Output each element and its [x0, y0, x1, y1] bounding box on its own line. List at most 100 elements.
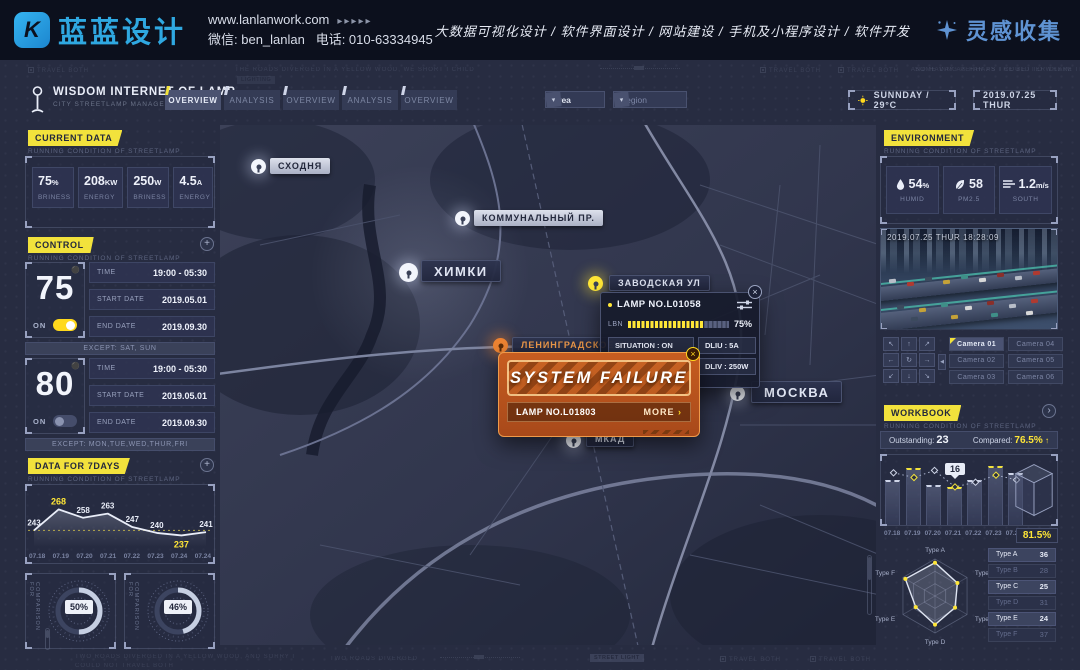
map-label-khimki[interactable]: ХИМКИ: [421, 260, 501, 282]
car-art: [1031, 299, 1038, 304]
failure-lamp-id: LAMP NO.L01803: [516, 407, 596, 417]
close-icon[interactable]: ×: [748, 285, 762, 299]
lamp-pin-moskva[interactable]: [730, 386, 745, 401]
add-control-button[interactable]: +: [200, 237, 214, 251]
map-label-skhodnya[interactable]: СХОДНЯ: [270, 158, 330, 174]
camera-list-prev-button[interactable]: ◀: [938, 354, 946, 370]
lamp-pin-khimki[interactable]: [399, 263, 418, 282]
tab-analysis-2[interactable]: ANALYSIS: [342, 90, 398, 110]
map-label-kommunalny[interactable]: КОММУНАЛЬНЫЙ ПР.: [474, 210, 603, 226]
map-label-moskva[interactable]: МОСКВА: [751, 381, 842, 403]
car-art: [919, 308, 926, 313]
status-dot: [608, 303, 612, 307]
area-select[interactable]: Area ▾: [545, 91, 605, 108]
date-text: 2019.07.25 THUR: [983, 90, 1047, 110]
type-row-e[interactable]: Type E24: [988, 612, 1056, 626]
map-label-zavodskaya[interactable]: ЗАВОДСКАЯ УЛ: [609, 275, 710, 291]
camera-pan-left-button[interactable]: ←: [883, 353, 899, 367]
car-art: [1033, 271, 1040, 276]
decor-checkbox-travel-both: TRAVEL BOTH: [810, 656, 871, 663]
camera-button-06[interactable]: Camera 06: [1008, 370, 1063, 384]
camera-rotate-button[interactable]: ↻: [901, 353, 917, 367]
chevron-down-icon: ▾: [613, 91, 629, 107]
tab-analysis-1[interactable]: ANALYSIS: [224, 90, 280, 110]
add-7days-button[interactable]: +: [200, 458, 214, 472]
tab-overview-1[interactable]: OVERVIEW: [165, 90, 221, 110]
car-art: [1009, 304, 1016, 309]
panel-subtitle: RUNNING CONDITION OF STREETLAMP: [28, 255, 181, 262]
type-row-c[interactable]: Type C25: [988, 580, 1056, 594]
close-icon[interactable]: ×: [686, 347, 700, 361]
corner-decoration: [25, 358, 32, 365]
lamp-pin-leningradskoe[interactable]: [493, 338, 508, 353]
trend-up-icon: ↑: [1045, 436, 1049, 445]
region-select[interactable]: Region ▾: [613, 91, 687, 108]
camera-pan-down-left-button[interactable]: ↙: [883, 369, 899, 383]
gauge-label: COMPARISON FOR: [28, 582, 40, 648]
type-row-a[interactable]: Type A36: [988, 548, 1056, 562]
on-label: ON: [33, 417, 46, 426]
lamp-pin-skhodnya[interactable]: [251, 159, 266, 174]
lamp-popup-title: LAMP NO.L01058: [617, 299, 732, 310]
x-tick-label: 07.20: [76, 553, 92, 560]
svg-text:Type D: Type D: [925, 639, 946, 646]
lamp-pin-kommunalny[interactable]: [455, 211, 470, 226]
camera-pan-down-button[interactable]: ↓: [901, 369, 917, 383]
camera-button-01[interactable]: Camera 01: [949, 337, 1004, 351]
arrows-decoration: ▸▸▸▸▸: [337, 16, 372, 27]
x-tick-label: 07.23: [985, 530, 1001, 537]
decor-checkbox-travel-both: TRAVEL BOTH: [760, 67, 821, 74]
lbn-value: 75%: [734, 319, 752, 329]
phone-label: 电话: 010-63334945: [316, 32, 433, 47]
wechat-label: 微信: ben_lanlan: [208, 32, 305, 47]
car-art: [911, 317, 918, 322]
x-tick-label: 07.19: [904, 530, 920, 537]
tab-overview-3[interactable]: OVERVIEW: [401, 90, 457, 110]
camera-pan-up-right-button[interactable]: ↗: [919, 337, 935, 351]
decor-vertical-pill: [45, 628, 50, 650]
car-art: [987, 301, 994, 306]
panel-subtitle: RUNNING CONDITION OF STREETLAMP: [28, 476, 181, 483]
lamp-pin-zavodskaya[interactable]: [588, 276, 603, 291]
except-bar: EXCEPT: SAT, SUN: [25, 342, 215, 355]
comparison-gauge-2: COMPARISON FOR 46%: [124, 573, 215, 649]
decor-poem-line: TWO ROADS DIVERGED IN A YELLOW WOOD, AND…: [75, 654, 295, 660]
stat-card-row: 75% BRINESS 208KW ENERGY 250W BRINESS 4.…: [26, 157, 214, 218]
field-dliu: DLIU : 5A: [698, 337, 756, 354]
power-toggle[interactable]: [53, 415, 77, 427]
corner-decoration: [1050, 90, 1057, 97]
cube-3d-icon: [1014, 461, 1054, 519]
more-button[interactable]: MORE ›: [643, 407, 682, 417]
logo[interactable]: K 蓝蓝设计: [0, 9, 186, 51]
car-art: [1015, 276, 1022, 281]
type-row-d[interactable]: Type D31: [988, 596, 1056, 610]
power-toggle[interactable]: [53, 319, 77, 331]
type-row-f[interactable]: Type F37: [988, 628, 1056, 642]
camera-button-04[interactable]: Camera 04: [1008, 337, 1063, 351]
control-row-end-date: END DATE2019.09.30: [89, 412, 215, 433]
camera-pan-right-button[interactable]: →: [919, 353, 935, 367]
sliders-icon[interactable]: [737, 300, 752, 310]
website-link[interactable]: www.lanlanwork.com: [208, 12, 329, 27]
type-row-b[interactable]: Type B28: [988, 564, 1056, 578]
camera-button-05[interactable]: Camera 05: [1008, 354, 1063, 368]
inspiration-collection[interactable]: 灵感收集: [936, 14, 1062, 46]
panel-title-workbook: WORKBOOK: [884, 405, 961, 421]
camera-pan-up-left-button[interactable]: ↖: [883, 337, 899, 351]
tab-overview-2[interactable]: OVERVIEW: [283, 90, 339, 110]
car-art: [951, 315, 958, 320]
city-map[interactable]: СХОДНЯ КОММУНАЛЬНЫЙ ПР. ХИМКИ ЗАВОДСКАЯ …: [220, 125, 876, 645]
camera-button-03[interactable]: Camera 03: [949, 370, 1004, 384]
camera-pan-down-right-button[interactable]: ↘: [919, 369, 935, 383]
svg-text:258: 258: [76, 506, 90, 515]
control-row-time: TIME19:00 - 05:30: [89, 262, 215, 283]
car-art: [979, 278, 986, 283]
workbook-next-button[interactable]: ›: [1042, 404, 1056, 418]
camera-feed[interactable]: 2019.07.25 THUR 18:28:09: [880, 228, 1058, 330]
chevron-right-icon: ›: [678, 407, 682, 417]
lbn-label: LBN: [608, 321, 623, 328]
camera-pan-up-button[interactable]: ↑: [901, 337, 917, 351]
environment-frame: 54% HUMID 58 PM2.5 1.2m/s SOU: [880, 156, 1058, 224]
car-art: [941, 303, 948, 308]
camera-button-02[interactable]: Camera 02: [949, 354, 1004, 368]
